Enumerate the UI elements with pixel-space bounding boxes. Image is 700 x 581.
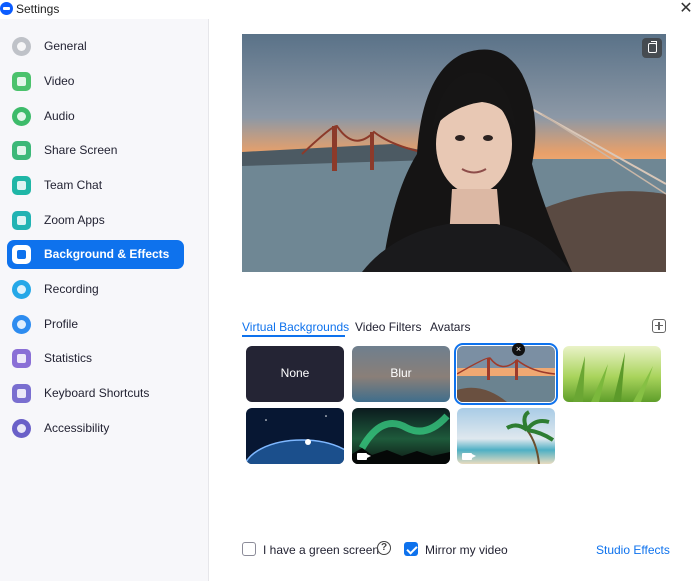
green-screen-checkbox[interactable] xyxy=(242,542,256,556)
earth-thumbnail xyxy=(246,415,344,464)
title-bar: Settings ✕ xyxy=(0,0,700,19)
chat-bubble-icon xyxy=(12,176,31,195)
background-tile-golden-gate[interactable] xyxy=(454,343,558,405)
background-effects-panel: Virtual Backgrounds Video Filters Avatar… xyxy=(210,19,700,581)
background-tile-beach[interactable] xyxy=(457,408,555,464)
sidebar-item-statistics[interactable]: Statistics xyxy=(7,344,184,373)
green-screen-label: I have a green screen xyxy=(263,543,380,557)
active-tab-indicator xyxy=(242,335,345,337)
apps-icon xyxy=(12,211,31,230)
settings-sidebar: General Video Audio Share Screen Team Ch… xyxy=(0,19,209,581)
background-tile-aurora[interactable] xyxy=(352,408,450,464)
sidebar-item-label: Share Screen xyxy=(44,143,118,157)
person-icon xyxy=(12,315,31,334)
sidebar-item-label: Profile xyxy=(44,317,79,331)
sidebar-item-label: General xyxy=(44,39,87,53)
video-background-icon xyxy=(357,453,371,460)
tab-virtual-backgrounds[interactable]: Virtual Backgrounds xyxy=(242,320,349,334)
pip-icon[interactable] xyxy=(642,38,662,58)
sidebar-item-zoom-apps[interactable]: Zoom Apps xyxy=(7,206,184,235)
headphones-icon xyxy=(12,107,31,126)
tab-video-filters[interactable]: Video Filters xyxy=(355,320,421,334)
window-title: Settings xyxy=(16,2,60,16)
sidebar-item-label: Audio xyxy=(44,109,75,123)
remove-background-icon[interactable]: × xyxy=(512,343,525,356)
camera-feed-image xyxy=(242,34,666,272)
tile-label: None xyxy=(280,366,310,380)
share-screen-icon xyxy=(12,141,31,160)
sidebar-item-label: Team Chat xyxy=(44,178,103,192)
accessibility-icon xyxy=(12,419,31,438)
tile-label: Blur xyxy=(390,366,412,380)
background-tile-earth[interactable] xyxy=(246,408,344,464)
bar-chart-icon xyxy=(12,349,31,368)
sidebar-item-label: Background & Effects xyxy=(44,247,170,261)
record-icon xyxy=(12,280,31,299)
video-background-icon xyxy=(462,453,476,460)
sidebar-item-label: Keyboard Shortcuts xyxy=(44,386,150,400)
sidebar-item-label: Video xyxy=(44,74,75,88)
sidebar-item-label: Statistics xyxy=(44,351,93,365)
golden-gate-thumbnail xyxy=(457,346,555,402)
plus-icon[interactable] xyxy=(652,319,666,333)
sidebar-item-recording[interactable]: Recording xyxy=(7,275,184,304)
background-tile-blur[interactable]: Blur xyxy=(352,346,450,402)
studio-effects-link[interactable]: Studio Effects xyxy=(596,543,670,557)
close-icon[interactable]: ✕ xyxy=(676,0,696,18)
zoom-logo-icon xyxy=(0,2,13,15)
sidebar-item-profile[interactable]: Profile xyxy=(7,310,184,339)
sidebar-item-share-screen[interactable]: Share Screen xyxy=(7,136,184,165)
sidebar-item-audio[interactable]: Audio xyxy=(7,102,184,131)
sidebar-item-video[interactable]: Video xyxy=(7,67,184,96)
background-tile-none[interactable]: None xyxy=(246,346,344,402)
sidebar-item-team-chat[interactable]: Team Chat xyxy=(7,171,184,200)
tab-avatars[interactable]: Avatars xyxy=(430,320,470,334)
background-tile-grass[interactable] xyxy=(563,346,661,402)
mirror-video-checkbox[interactable] xyxy=(404,542,418,556)
sidebar-item-background-effects[interactable]: Background & Effects xyxy=(7,240,184,269)
sidebar-item-label: Recording xyxy=(44,282,99,296)
gear-icon xyxy=(12,37,31,56)
video-preview xyxy=(242,34,666,272)
sidebar-item-general[interactable]: General xyxy=(7,32,184,61)
keyboard-icon xyxy=(12,384,31,403)
mirror-video-label: Mirror my video xyxy=(425,543,508,557)
grass-thumbnail xyxy=(573,352,653,402)
sidebar-item-label: Zoom Apps xyxy=(44,213,105,227)
video-camera-icon xyxy=(12,72,31,91)
sidebar-item-label: Accessibility xyxy=(44,421,110,435)
sidebar-item-keyboard-shortcuts[interactable]: Keyboard Shortcuts xyxy=(7,379,184,408)
sidebar-item-accessibility[interactable]: Accessibility xyxy=(7,414,184,443)
help-icon[interactable]: ? xyxy=(377,541,391,555)
portrait-icon xyxy=(12,245,31,264)
